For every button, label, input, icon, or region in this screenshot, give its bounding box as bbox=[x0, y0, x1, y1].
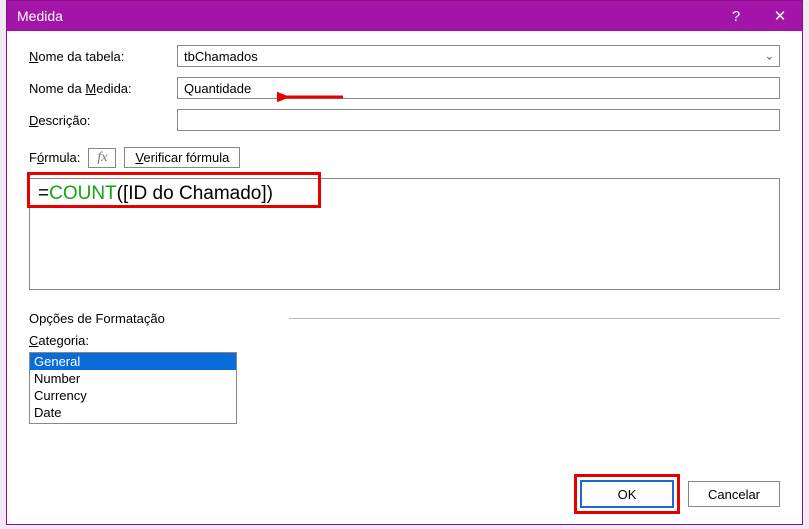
formula-row: Fórmula: fx Verificar fórmula bbox=[29, 147, 780, 168]
formula-label: Fórmula: bbox=[29, 150, 80, 165]
table-name-select-wrap: ⌄ bbox=[177, 45, 780, 67]
list-item[interactable]: Date bbox=[30, 404, 236, 421]
ok-button[interactable]: OK bbox=[581, 481, 673, 507]
section-divider bbox=[289, 318, 780, 319]
fx-icon[interactable]: fx bbox=[88, 148, 116, 168]
ok-button-wrap: OK bbox=[578, 478, 676, 510]
formula-area-wrap: =COUNT([ID do Chamado]) bbox=[29, 178, 780, 293]
cancel-button[interactable]: Cancelar bbox=[688, 481, 780, 507]
list-item[interactable]: General bbox=[30, 353, 236, 370]
table-name-label: Nome da tabela: bbox=[29, 49, 177, 64]
list-item[interactable]: Number bbox=[30, 370, 236, 387]
description-row: Descrição: bbox=[29, 109, 780, 131]
table-name-select[interactable] bbox=[177, 45, 780, 67]
close-button[interactable]: ✕ bbox=[758, 1, 802, 31]
category-label: Categoria: bbox=[29, 333, 780, 348]
table-name-row: Nome da tabela: ⌄ bbox=[29, 45, 780, 67]
formula-textarea[interactable] bbox=[29, 178, 780, 290]
dialog-button-row: OK Cancelar bbox=[29, 466, 780, 510]
verify-formula-button[interactable]: Verificar fórmula bbox=[124, 147, 240, 168]
measure-name-input[interactable] bbox=[177, 77, 780, 99]
dialog-title: Medida bbox=[17, 8, 63, 24]
close-icon: ✕ bbox=[774, 7, 787, 25]
help-icon: ? bbox=[732, 8, 740, 25]
titlebar: Medida ? ✕ bbox=[7, 1, 802, 31]
measure-name-row: Nome da Medida: bbox=[29, 77, 780, 99]
list-item[interactable]: Currency bbox=[30, 387, 236, 404]
category-block: Categoria: General Number Currency Date bbox=[29, 333, 780, 424]
description-input[interactable] bbox=[177, 109, 780, 131]
dialog-content: Nome da tabela: ⌄ Nome da Medida: Descri… bbox=[7, 31, 802, 524]
measure-dialog: Medida ? ✕ Nome da tabela: ⌄ Nome da Med… bbox=[6, 0, 803, 525]
help-button[interactable]: ? bbox=[714, 1, 758, 31]
measure-name-label: Nome da Medida: bbox=[29, 81, 177, 96]
category-listbox[interactable]: General Number Currency Date bbox=[29, 352, 237, 424]
description-label: Descrição: bbox=[29, 113, 177, 128]
